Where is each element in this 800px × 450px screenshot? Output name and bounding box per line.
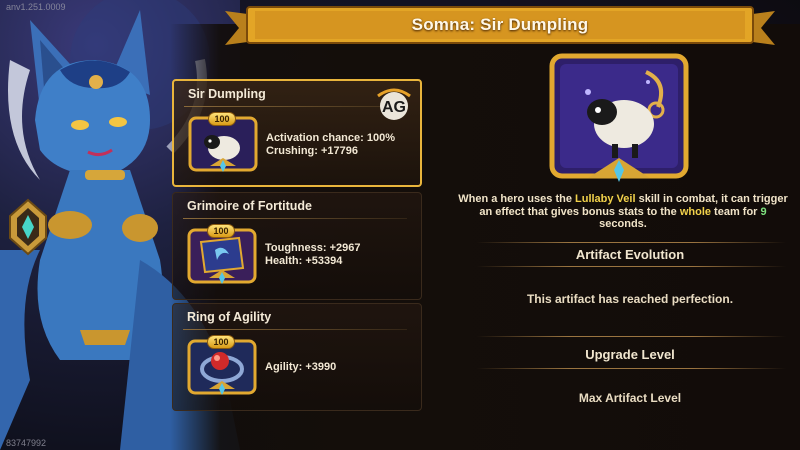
evolution-status: This artifact has reached perfection. xyxy=(526,292,734,306)
stat-line: Crushing: +17796 xyxy=(266,145,359,157)
stat-line: Agility: +3990 xyxy=(265,361,337,373)
artifact-icon-frame: 100 xyxy=(187,224,257,290)
description-highlight: whole xyxy=(679,205,711,218)
divider xyxy=(476,266,786,267)
divider xyxy=(476,242,786,243)
artifact-stats: Toughness: +2967 Health: +53394 xyxy=(265,242,360,268)
level-badge: 100 xyxy=(207,335,235,349)
artifact-stats: Activation chance: 100% Crushing: +17796 xyxy=(266,132,395,158)
skill-name: Lullaby Veil xyxy=(575,193,636,205)
artifact-name: Grimoire of Fortitude xyxy=(187,199,312,213)
sheep-icon xyxy=(549,53,689,182)
page-title: Somna: Sir Dumpling xyxy=(411,15,589,34)
stat-line: Toughness: +2967 xyxy=(265,242,361,254)
description-text: seconds. xyxy=(599,218,647,230)
artifact-name: Sir Dumpling xyxy=(188,87,266,101)
artifact-icon-frame: 100 xyxy=(188,112,258,178)
game-screen: anv1.251.0009 83747992 Somna: Sir Dumpli… xyxy=(0,0,800,450)
artifact-card-grimoire[interactable]: Grimoire of Fortitude 100 Toughness: +29… xyxy=(172,192,422,300)
divider xyxy=(183,329,407,330)
ag-logo-icon: AG xyxy=(377,88,411,120)
level-badge: 100 xyxy=(208,112,236,126)
user-id-label: 83747992 xyxy=(6,438,47,448)
upgrade-status: Max Artifact Level xyxy=(578,391,682,405)
divider xyxy=(476,368,786,369)
duration-value: 9 xyxy=(760,205,767,218)
description-text: team for xyxy=(711,205,761,218)
artifact-stats: Agility: +3990 xyxy=(265,361,336,374)
stat-line: Health: +53394 xyxy=(265,255,343,267)
level-badge: 100 xyxy=(207,224,235,238)
build-version-label: anv1.251.0009 xyxy=(6,2,66,12)
artifact-card-ring-of-agility[interactable]: Ring of Agility 100 Agility: +3990 xyxy=(172,303,422,411)
stat-line: Activation chance: 100% xyxy=(266,132,395,144)
divider xyxy=(183,218,407,219)
artifact-name: Ring of Agility xyxy=(187,310,272,324)
ag-logo-text: AG xyxy=(382,99,406,116)
description-text: When a hero uses the xyxy=(458,193,575,205)
artifact-description: When a hero uses the Lullaby Veil skill … xyxy=(458,193,788,231)
evolution-title: Artifact Evolution xyxy=(575,247,685,262)
hero-element-icon[interactable] xyxy=(8,198,48,256)
title-banner: Somna: Sir Dumpling xyxy=(225,5,775,49)
divider xyxy=(476,336,786,337)
artifact-icon-frame: 100 xyxy=(187,335,257,401)
upgrade-title: Upgrade Level xyxy=(585,347,675,362)
